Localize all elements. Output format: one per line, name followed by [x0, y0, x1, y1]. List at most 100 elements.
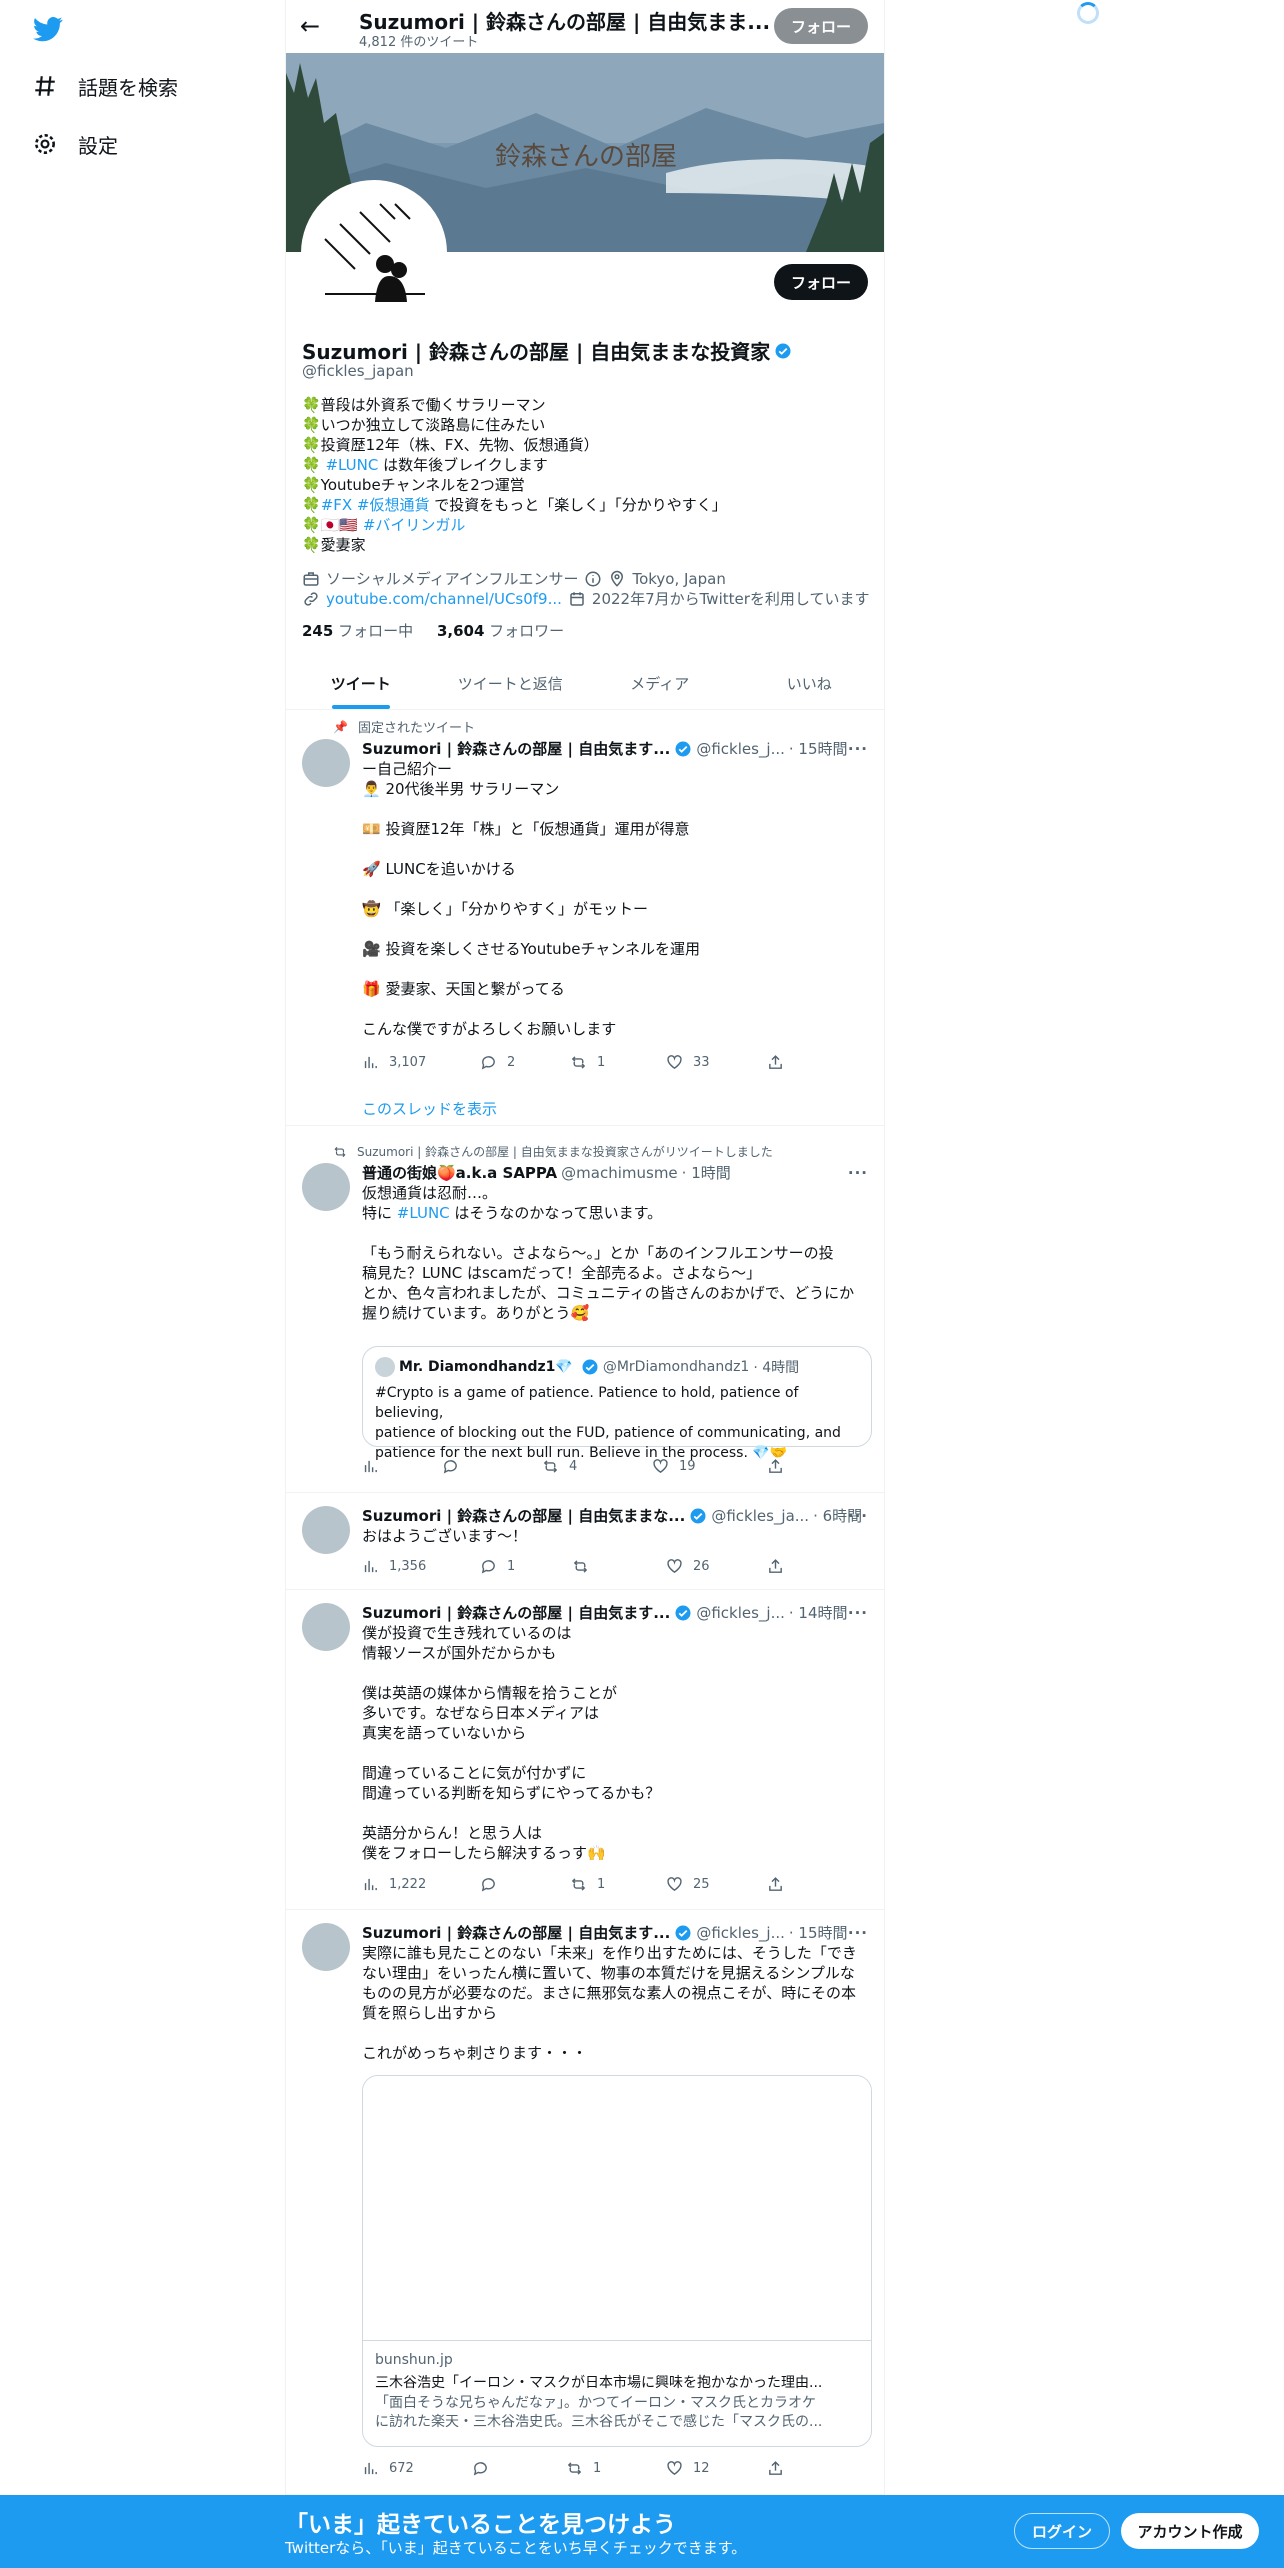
- tweet[interactable]: Suzumori | 鈴森さんの部屋 | 自由気ます... @fickles_j…: [286, 1911, 884, 2495]
- retweet-icon: [571, 1878, 586, 1891]
- share-action[interactable]: [767, 1054, 784, 1071]
- tweet-author-name[interactable]: Suzumori | 鈴森さんの部屋 | 自由気ます...: [362, 1922, 670, 1943]
- twitter-logo-icon[interactable]: [32, 14, 64, 44]
- hashtag-link[interactable]: #FX #仮想通貨: [321, 496, 430, 514]
- tweet-line: [362, 839, 872, 859]
- like-action[interactable]: 25: [666, 1876, 710, 1893]
- bio-line: 🍀愛妻家: [302, 536, 366, 554]
- location-pin-icon: [611, 570, 624, 587]
- reply-action[interactable]: [480, 1876, 507, 1893]
- tweet-line: 🎥 投資を楽しくさせるYoutubeチャンネルを運用: [362, 940, 700, 958]
- like-action[interactable]: 19: [652, 1458, 696, 1475]
- tweet-line: 仮想通貨は忍耐…。: [362, 1184, 498, 1202]
- views-action[interactable]: 3,107: [362, 1054, 426, 1071]
- avatar[interactable]: [302, 1163, 350, 1211]
- more-icon[interactable]: ···: [848, 1604, 868, 1622]
- following-label: フォロー中: [333, 622, 414, 640]
- tweet-author-handle[interactable]: @fickles_j...: [696, 1604, 785, 1622]
- tab-likes[interactable]: いいね: [735, 657, 885, 709]
- following-link[interactable]: 245 フォロー中: [302, 622, 413, 640]
- link-card[interactable]: bunshun.jp 三木谷浩史「イーロン・マスクが日本市場に興味を抱かなかった…: [362, 2075, 872, 2447]
- bio-line: 🍀投資歴12年（株、FX、先物、仮想通貨）: [302, 436, 599, 454]
- retweet-action[interactable]: 1: [566, 2460, 601, 2477]
- follow-button[interactable]: フォロー: [774, 264, 868, 300]
- avatar[interactable]: [302, 1506, 350, 1554]
- views-action[interactable]: 1,222: [362, 1876, 426, 1893]
- tweet[interactable]: Suzumori | 鈴森さんの部屋 | 自由気ます... @fickles_j…: [286, 1591, 884, 1910]
- tweet-author-name[interactable]: 普通の街娘🍑a.k.a SAPPA: [362, 1162, 557, 1183]
- tab-media[interactable]: メディア: [585, 657, 735, 709]
- like-action[interactable]: 26: [666, 1558, 710, 1575]
- back-arrow-icon[interactable]: ←: [300, 12, 320, 40]
- tweet-line: [362, 799, 872, 819]
- share-action[interactable]: [767, 1558, 784, 1575]
- followers-link[interactable]: 3,604 フォロワー: [437, 622, 564, 640]
- tweet-line: 握り続けています。ありがとう🥰: [362, 1304, 590, 1322]
- like-action[interactable]: 12: [666, 2460, 710, 2477]
- follow-button-top[interactable]: フォロー: [774, 8, 868, 44]
- share-action[interactable]: [767, 1876, 784, 1893]
- reply-action[interactable]: 2: [480, 1054, 515, 1071]
- like-count: 33: [693, 1055, 710, 1070]
- login-button[interactable]: ログイン: [1014, 2513, 1110, 2549]
- hashtag-link[interactable]: #LUNC: [325, 456, 378, 474]
- tweet-author-name[interactable]: Suzumori | 鈴森さんの部屋 | 自由気ます...: [362, 1602, 670, 1623]
- tweet-time[interactable]: · 15時間: [789, 1922, 848, 1943]
- tab-tweets[interactable]: ツイート: [286, 657, 436, 709]
- profile-website-link[interactable]: youtube.com/channel/UCs0f9...: [326, 590, 562, 608]
- share-action[interactable]: [767, 2460, 784, 2477]
- like-action[interactable]: 33: [666, 1054, 710, 1071]
- more-icon[interactable]: ···: [848, 1507, 868, 1525]
- link-card-description: 「面白そうな兄ちゃんだなァ」。かつてイーロン・マスク氏とカラオケ に訪れた楽天・…: [375, 2394, 861, 2432]
- views-action[interactable]: 1,356: [362, 1558, 426, 1575]
- link-icon: [304, 591, 318, 606]
- calendar-icon: [570, 591, 584, 606]
- tweet-time[interactable]: · 14時間: [789, 1602, 848, 1623]
- share-action[interactable]: [767, 1458, 784, 1475]
- tweet-author-name[interactable]: Suzumori | 鈴森さんの部屋 | 自由気ままな...: [362, 1505, 685, 1526]
- tweet[interactable]: 📌 固定されたツイート Suzumori | 鈴森さんの部屋 | 自由気ます..…: [286, 711, 884, 1126]
- more-icon[interactable]: ···: [848, 740, 868, 758]
- tweet-author-handle[interactable]: @fickles_j...: [696, 1924, 785, 1942]
- views-action[interactable]: [362, 1458, 389, 1475]
- tweet-author-handle[interactable]: @fickles_ja...: [711, 1507, 809, 1525]
- more-icon[interactable]: ···: [848, 1164, 868, 1182]
- retweet-action[interactable]: 1: [570, 1054, 605, 1071]
- more-icon[interactable]: ···: [848, 1924, 868, 1942]
- reply-action[interactable]: 1: [480, 1558, 515, 1575]
- tweet[interactable]: Suzumori | 鈴森さんの部屋 | 自由気ままな... @fickles_…: [286, 1494, 884, 1590]
- nav-settings[interactable]: 設定: [32, 124, 118, 164]
- reply-icon: [481, 1056, 495, 1070]
- avatar[interactable]: [302, 739, 350, 787]
- tweet[interactable]: Suzumori | 鈴森さんの部屋 | 自由気ままな投資家さんがリツイートしま…: [286, 1127, 884, 1493]
- briefcase-icon: [303, 571, 319, 586]
- tweet-time[interactable]: · 1時間: [682, 1162, 731, 1183]
- quoted-tweet[interactable]: Mr. Diamondhandz1💎 @MrDiamondhandz1 · 4時…: [362, 1346, 872, 1461]
- reply-action[interactable]: [442, 1458, 469, 1475]
- tweet-author-name[interactable]: Suzumori | 鈴森さんの部屋 | 自由気ます...: [362, 738, 670, 759]
- retweet-action[interactable]: [572, 1558, 599, 1575]
- tweet-author-handle[interactable]: @fickles_j...: [696, 740, 785, 758]
- signup-button[interactable]: アカウント作成: [1121, 2513, 1259, 2549]
- retweet-label[interactable]: Suzumori | 鈴森さんの部屋 | 自由気ままな投資家さんがリツイートしま…: [357, 1143, 773, 1160]
- hashtag-link[interactable]: #LUNC: [397, 1204, 450, 1222]
- views-icon: [364, 2462, 377, 2475]
- tweet-author-handle[interactable]: @machimusme: [561, 1164, 678, 1182]
- tab-tweets-replies[interactable]: ツイートと返信: [436, 657, 586, 709]
- profile-avatar[interactable]: [301, 180, 447, 326]
- reply-icon: [481, 1878, 495, 1892]
- nav-explore[interactable]: 話題を検索: [32, 66, 178, 106]
- hashtag-link[interactable]: #バイリンガル: [363, 516, 466, 534]
- retweet-action[interactable]: 4: [542, 1458, 577, 1475]
- avatar[interactable]: [302, 1603, 350, 1651]
- views-action[interactable]: 672: [362, 2460, 414, 2477]
- retweet-action[interactable]: 1: [570, 1876, 605, 1893]
- info-icon[interactable]: [584, 570, 602, 588]
- tweet-line: [362, 919, 872, 939]
- tweet-line: 間違っている判断を知らずにやってるかも？: [362, 1784, 661, 1802]
- show-thread-link[interactable]: このスレッドを表示: [362, 1098, 497, 1119]
- reply-action[interactable]: [472, 2460, 499, 2477]
- avatar[interactable]: [302, 1923, 350, 1971]
- tweet-line: 英語分からん！と思う人は: [362, 1824, 543, 1842]
- tweet-time[interactable]: · 15時間: [789, 738, 848, 759]
